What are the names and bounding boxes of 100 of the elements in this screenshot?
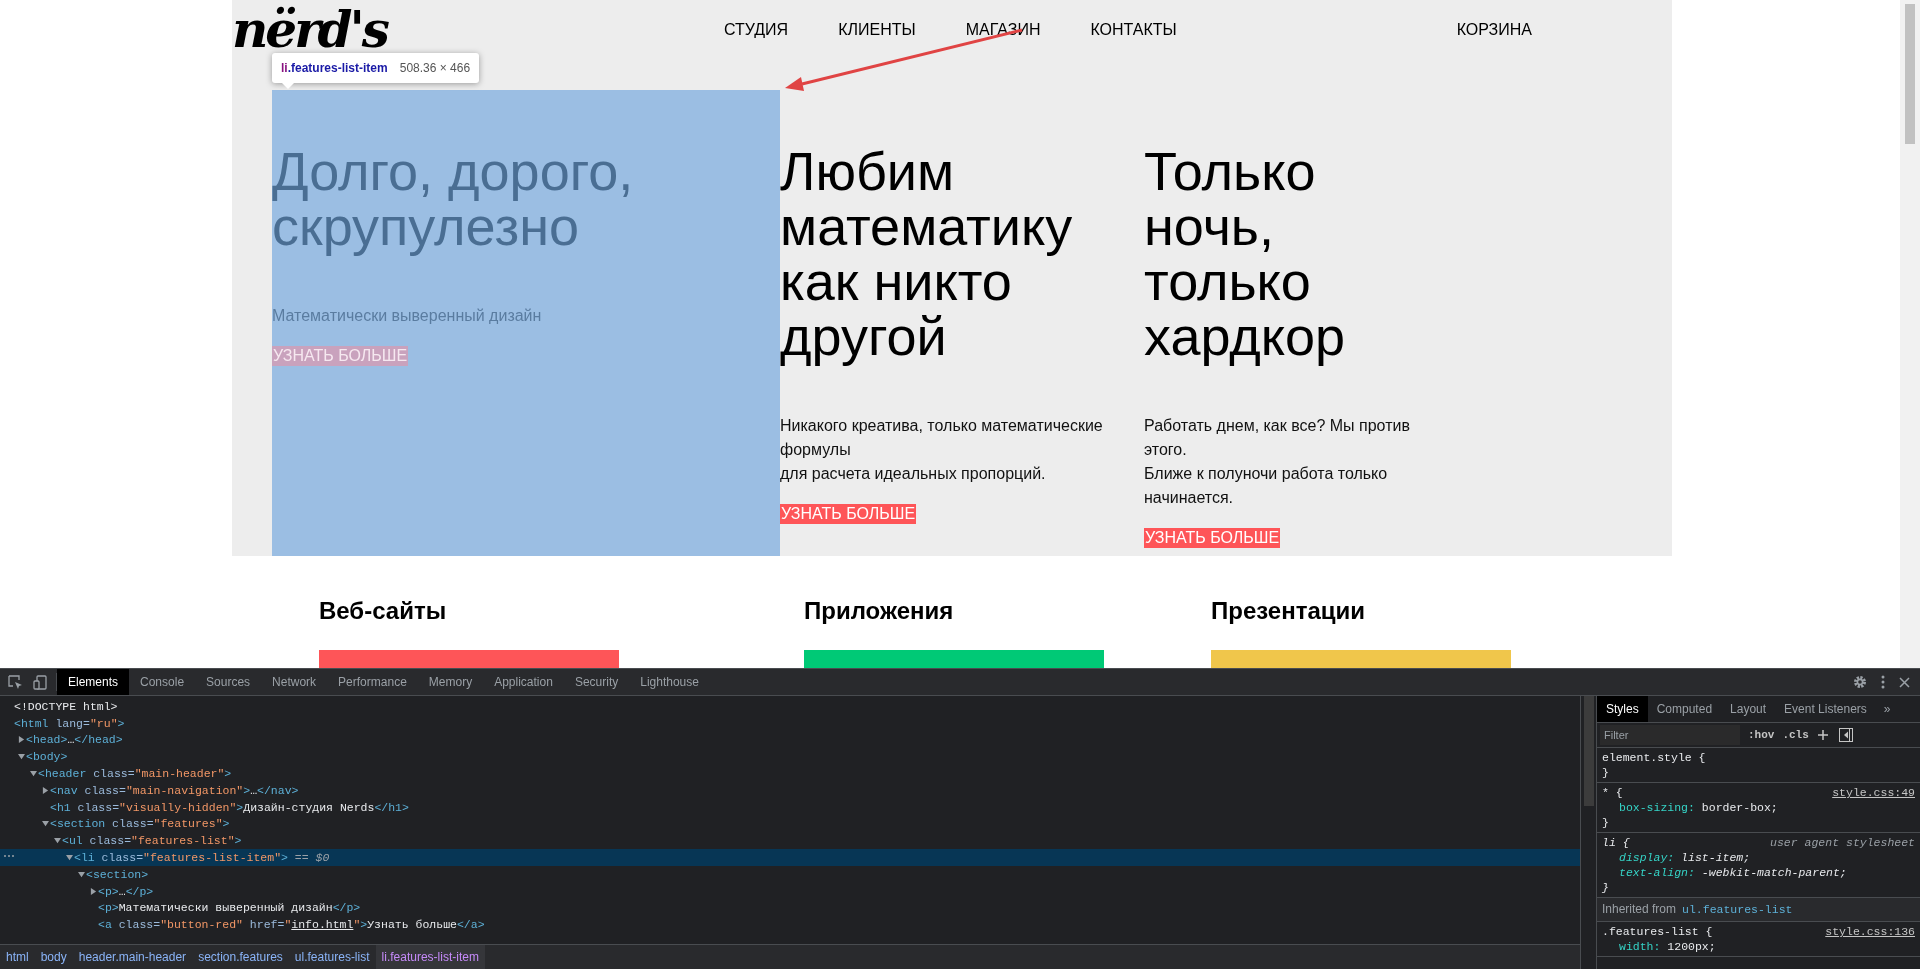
html-markup-text: <ul class="features-list"> <box>62 833 242 850</box>
html-markup-text: <p>…</p> <box>98 883 154 900</box>
html-markup-text: <header class="main-header"> <box>38 765 232 782</box>
stylesheet-source: user agent stylesheet <box>1770 835 1915 850</box>
devtools-tab[interactable]: Lighthouse <box>629 669 710 695</box>
dom-node-row[interactable]: <nav class="main-navigation">…</nav> <box>0 782 1580 799</box>
source-link[interactable]: style.css:136 <box>1825 924 1915 939</box>
settings-icon[interactable] <box>1853 675 1867 689</box>
nav-link[interactable]: СТУДИЯ <box>724 18 789 42</box>
breadcrumb[interactable]: ul.features-list <box>288 945 376 969</box>
nav-link[interactable]: КЛИЕНТЫ <box>838 18 916 42</box>
more-options-icon[interactable] <box>1881 675 1885 689</box>
feature-title: Любим математику как никто другой <box>780 144 1074 364</box>
html-markup-text: <section> <box>86 866 149 883</box>
css-property: width: 1200px; <box>1618 939 1717 954</box>
devtools-tab[interactable]: Network <box>261 669 328 695</box>
more-tabs-button[interactable]: » <box>1875 696 1899 722</box>
plus-icon[interactable] <box>1816 729 1829 741</box>
html-markup-text: <body> <box>26 749 68 766</box>
scrollbar-thumb[interactable] <box>1583 696 1594 806</box>
expanded-triangle-icon[interactable] <box>53 837 61 845</box>
html-markup-text: <a class="button-red" href="info.html">Узнать больше</a> <box>98 917 485 934</box>
cls-button[interactable]: .cls <box>1782 726 1809 744</box>
dom-node-row[interactable]: <a class="button-red" href="info.html">Узнать больше</a> <box>0 916 1580 934</box>
devtools-tab[interactable]: Sources <box>195 669 262 695</box>
source-link[interactable]: style.css:49 <box>1832 785 1915 800</box>
styles-tab[interactable]: Event Listeners <box>1775 696 1876 722</box>
devtools-tab[interactable]: Performance <box>327 669 418 695</box>
selector-link[interactable]: ul.features-list <box>1682 902 1793 917</box>
feature-title: Долго, дорого, скрупулезно <box>272 144 635 254</box>
css-property: box-sizing: border-box; <box>1618 800 1779 815</box>
feature-text: Работать днем, как все? Мы против этого. Ближе к полуночи работа только начинается. <box>1144 416 1411 508</box>
dom-node-row[interactable]: <!DOCTYPE html> <box>0 698 1580 715</box>
expanded-triangle-icon[interactable] <box>65 854 73 862</box>
dom-node-row[interactable]: <p>Математически выверенный дизайн</p> <box>0 899 1580 917</box>
dom-node-row[interactable]: <h1 class="visually-hidden">Дизайн-студия Nerds</h1> <box>0 798 1580 816</box>
closing-brace: } <box>1602 765 1610 780</box>
sidebar-toggle-icon[interactable] <box>1838 728 1853 742</box>
css-selector: * { <box>1602 785 1623 800</box>
dom-node-row[interactable]: <html lang="ru"> <box>0 714 1580 732</box>
css-property: text-align: -webkit-match-parent; <box>1618 865 1848 880</box>
html-markup-text: <li class="features-list-item"> == $0 <box>74 849 330 866</box>
breadcrumb[interactable]: header.main-header <box>72 945 193 969</box>
dom-node-row[interactable]: <p>…</p> <box>0 882 1580 900</box>
scrollbar[interactable] <box>1900 0 1920 668</box>
html-markup-text: <head>…</head> <box>26 732 123 749</box>
breadcrumb[interactable]: html <box>0 945 35 969</box>
dom-node-row[interactable]: <head>…</head> <box>0 731 1580 749</box>
devtools-tab[interactable]: Security <box>563 669 630 695</box>
dom-node-row[interactable]: <body> <box>0 748 1580 766</box>
scrollbar[interactable] <box>1580 696 1596 969</box>
service-title: Веб-сайты <box>319 596 448 626</box>
feature-text: Никакого креатива, только математические формулы для расчета идеальных пропорций. <box>780 416 1104 484</box>
breadcrumb[interactable]: body <box>34 945 73 969</box>
collapsed-triangle-icon[interactable] <box>41 786 49 794</box>
inherited-label: Inherited from <box>1602 902 1677 917</box>
css-selector: li { <box>1602 835 1630 850</box>
collapsed-triangle-icon[interactable] <box>17 736 25 744</box>
devtools-tab[interactable]: Console <box>129 669 196 695</box>
filter-field[interactable]: Filter <box>1600 725 1740 745</box>
nav-link[interactable]: МАГАЗИН <box>965 18 1041 42</box>
devtools-tab[interactable]: Application <box>483 669 564 695</box>
styles-tab[interactable]: Styles <box>1597 696 1648 722</box>
close-icon[interactable] <box>1899 676 1910 688</box>
styles-tab[interactable]: Computed <box>1647 696 1722 722</box>
expanded-triangle-icon[interactable] <box>41 820 49 828</box>
dom-node-row[interactable]: <section> <box>0 865 1580 883</box>
html-markup-text: <nav class="main-navigation">…</nav> <box>50 782 299 799</box>
nav-link[interactable]: КОНТАКТЫ <box>1090 18 1177 42</box>
styles-tab[interactable]: Layout <box>1721 696 1776 722</box>
device-icon[interactable] <box>33 674 48 690</box>
closing-brace: } <box>1602 815 1610 830</box>
css-selector: .features-list { <box>1602 924 1713 939</box>
element-size: 508.36 × 466 <box>399 60 471 77</box>
cart-link[interactable]: КОРЗИНА <box>1456 18 1532 42</box>
dom-node-row[interactable]: <header class="main-header"> <box>0 765 1580 782</box>
hov-button[interactable]: :hov <box>1748 726 1775 744</box>
expanded-triangle-icon[interactable] <box>17 753 25 761</box>
expanded-triangle-icon[interactable] <box>77 870 85 878</box>
devtools-tab[interactable]: Elements <box>57 669 130 695</box>
html-markup-text: <html lang="ru"> <box>14 715 125 732</box>
element-label: li.features-list-item <box>281 60 388 77</box>
css-selector: element.style { <box>1602 750 1706 765</box>
dom-node-row[interactable]: <li class="features-list-item"> == $0 <box>0 849 1580 866</box>
html-markup-text: <section class="features"> <box>50 816 230 833</box>
dom-node-row[interactable]: <ul class="features-list"> <box>0 832 1580 850</box>
closing-brace: } <box>1602 880 1610 895</box>
feature-title: Только ночь, только хардкор <box>1144 144 1347 364</box>
service-title: Приложения <box>804 596 955 626</box>
devtools-tab[interactable]: Memory <box>417 669 484 695</box>
collapsed-triangle-icon[interactable] <box>89 887 97 895</box>
breadcrumb[interactable]: section.features <box>192 945 289 969</box>
expanded-triangle-icon[interactable] <box>29 770 37 778</box>
dom-node-row[interactable]: <section class="features"> <box>0 815 1580 833</box>
scrollbar-thumb[interactable] <box>1905 4 1915 144</box>
breadcrumb[interactable]: li.features-list-item <box>375 945 485 969</box>
feature-text: Математически выверенный дизайн <box>272 306 542 326</box>
inspect-icon[interactable] <box>8 674 23 690</box>
service-title: Презентации <box>1211 596 1367 626</box>
html-markup-text: <!DOCTYPE html> <box>14 698 118 715</box>
